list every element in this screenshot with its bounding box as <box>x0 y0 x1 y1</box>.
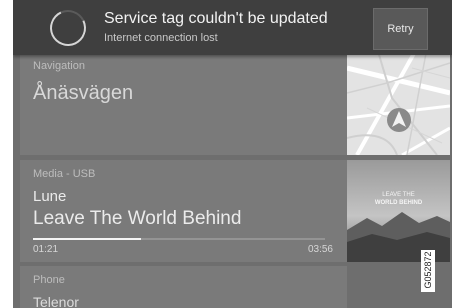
navigation-street: Ånäsvägen <box>33 82 134 104</box>
media-progress-fill <box>33 238 142 240</box>
media-tile[interactable]: Media - USB Lune Leave The World Behind … <box>20 160 347 262</box>
map-graphic <box>347 48 450 155</box>
media-time-elapsed: 01:21 <box>33 244 59 255</box>
retry-button[interactable]: Retry <box>373 8 428 50</box>
album-art-line-2: WORLD BEHIND <box>375 200 423 206</box>
media-progress-bar[interactable] <box>33 238 325 240</box>
media-track-title: Leave The World Behind <box>33 208 242 229</box>
album-art-graphic: LEAVE THE WORLD BEHIND <box>347 160 450 262</box>
album-art-line-1: LEAVE THE <box>382 192 414 198</box>
phone-operator: Telenor <box>33 294 79 308</box>
figure-code-text: G052872 <box>423 251 433 289</box>
figure-code: G052872 <box>421 250 435 292</box>
phone-tile-label: Phone <box>33 274 65 286</box>
navigation-map-thumbnail[interactable] <box>347 48 450 155</box>
phone-tile[interactable]: Phone Telenor <box>20 266 347 308</box>
album-art[interactable]: LEAVE THE WORLD BEHIND <box>347 160 450 262</box>
center-display: Service tag couldn't be updated Internet… <box>13 0 452 308</box>
navigation-tile[interactable]: Navigation Ånäsvägen <box>20 48 347 155</box>
media-artist: Lune <box>33 188 67 205</box>
loading-spinner-icon <box>44 4 92 52</box>
navigation-arrow-icon <box>387 108 411 132</box>
notification-subtitle: Internet connection lost <box>104 32 218 44</box>
navigation-tile-label: Navigation <box>33 60 85 72</box>
notification-title: Service tag couldn't be updated <box>104 10 328 27</box>
media-time-total: 03:56 <box>307 244 333 255</box>
notification-banner: Service tag couldn't be updated Internet… <box>13 0 452 55</box>
media-tile-label: Media - USB <box>33 168 96 180</box>
